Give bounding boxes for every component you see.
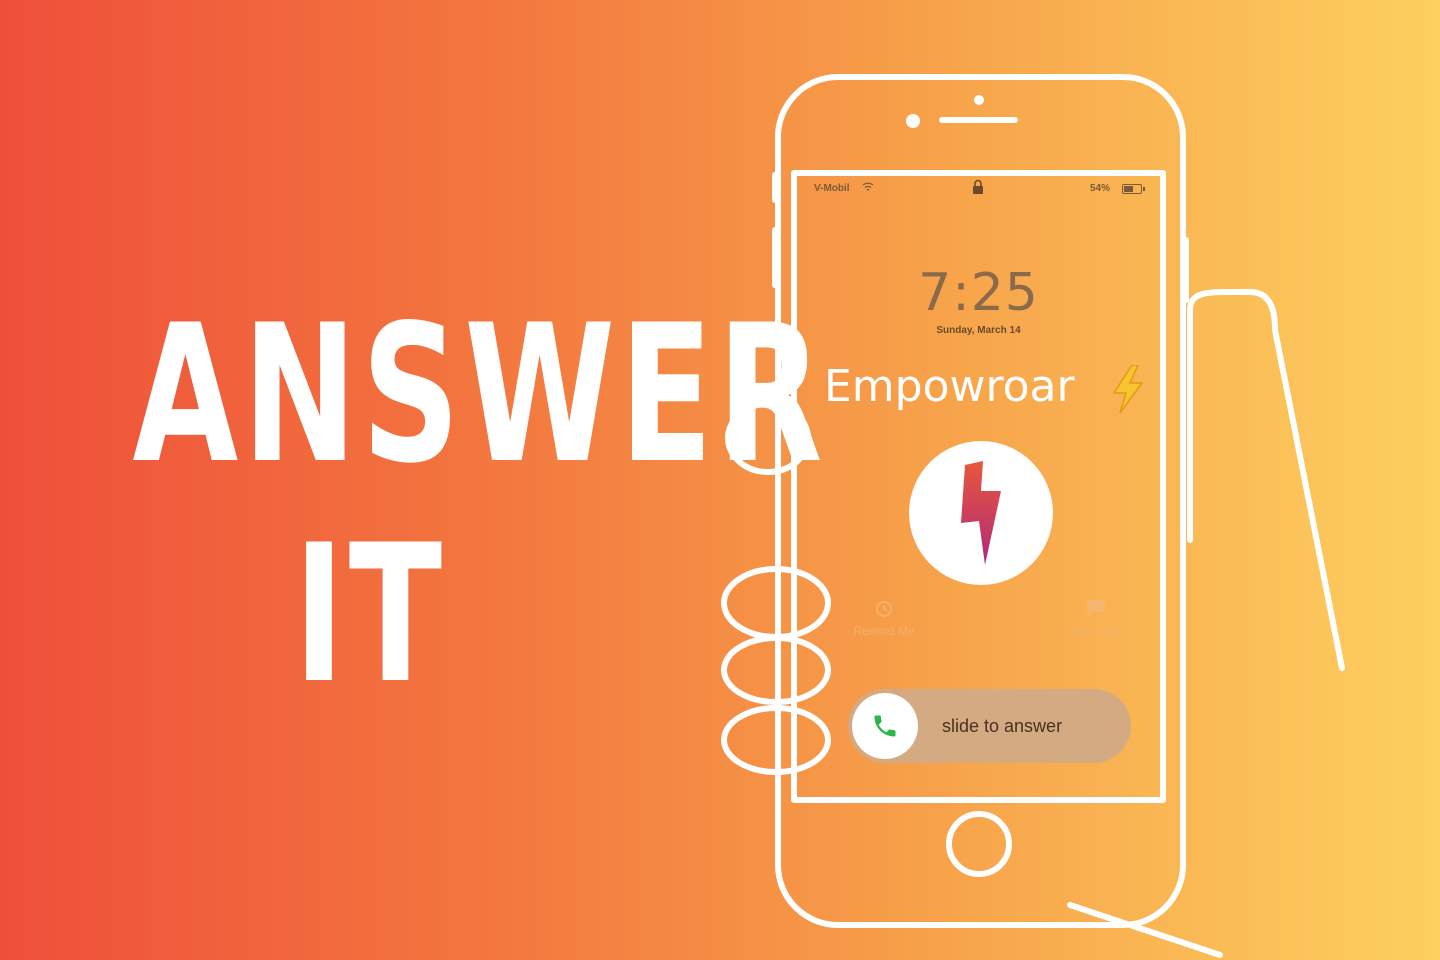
lightning-bolt-logo-icon bbox=[961, 461, 1001, 565]
lock-screen-time: 7:25 bbox=[918, 263, 1039, 323]
message-button[interactable]: Message bbox=[1046, 598, 1146, 638]
slide-to-answer-label: slide to answer bbox=[942, 716, 1063, 736]
carrier-label: V-Mobil bbox=[814, 183, 850, 194]
lightning-emoji-icon bbox=[1112, 365, 1144, 413]
phone-and-hand-outline bbox=[721, 74, 1345, 958]
caller-avatar bbox=[909, 441, 1053, 585]
status-bar: V-Mobil 54% bbox=[794, 179, 1163, 203]
wifi-icon bbox=[862, 182, 874, 191]
slide-to-answer-slider[interactable]: slide to answer bbox=[848, 689, 1131, 763]
answer-knob[interactable] bbox=[852, 693, 918, 759]
remind-me-label: Remind Me bbox=[853, 624, 915, 638]
lock-icon bbox=[973, 179, 983, 194]
home-button-outline bbox=[946, 811, 1012, 877]
message-label: Message bbox=[1071, 624, 1121, 638]
sensor-dot bbox=[906, 114, 920, 128]
front-camera-dot bbox=[974, 95, 984, 105]
battery-percentage: 54% bbox=[1090, 183, 1111, 194]
thumb-outline bbox=[1187, 288, 1345, 671]
remind-me-button[interactable]: Remind Me bbox=[834, 598, 934, 638]
battery-tip bbox=[1143, 187, 1145, 191]
phone-call-icon bbox=[874, 715, 896, 737]
battery-icon bbox=[1122, 184, 1142, 194]
lock-screen-date: Sunday, March 14 bbox=[936, 325, 1021, 336]
phone-screen: V-Mobil 54% 7:25 Sunday, March 14 Empowr… bbox=[794, 173, 1163, 800]
alarm-clock-icon bbox=[876, 601, 892, 617]
caller-name: Empowroar bbox=[824, 361, 1075, 412]
battery-fill bbox=[1124, 186, 1133, 192]
wrist-line bbox=[1067, 902, 1223, 958]
message-bubble-icon bbox=[1087, 600, 1105, 616]
